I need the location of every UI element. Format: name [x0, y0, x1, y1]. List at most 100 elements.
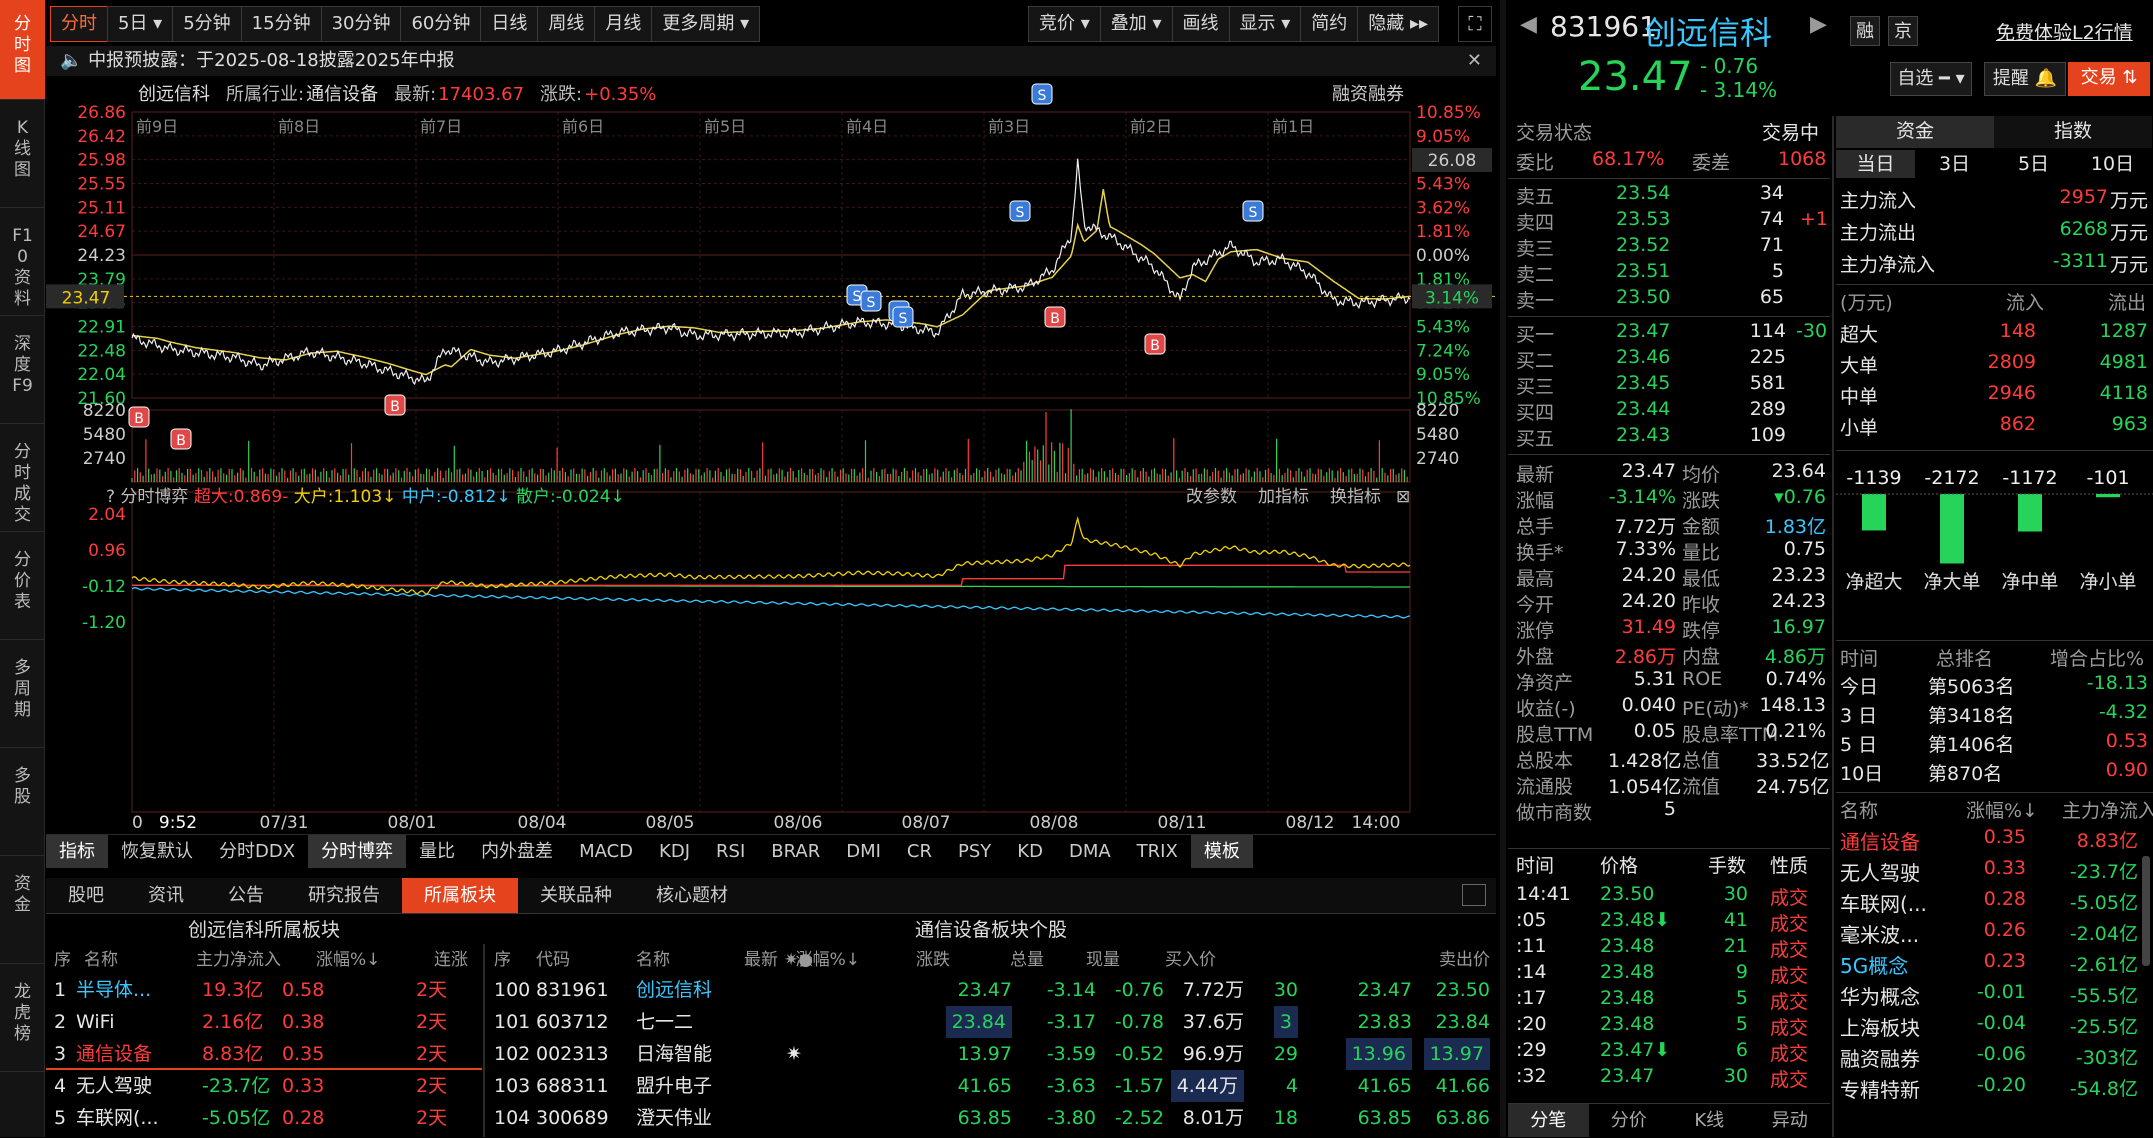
- related-sector-name[interactable]: 华为概念: [1840, 981, 1920, 1010]
- tick-tab-2[interactable]: K线: [1669, 1104, 1750, 1137]
- ind-tab-3[interactable]: 分时博弈: [308, 835, 407, 868]
- period-tab-6[interactable]: 日线: [480, 6, 539, 42]
- sector-row[interactable]: 1 半导体... 19.3亿 0.58 2天: [46, 974, 482, 1006]
- sector-row[interactable]: 5 车联网(... -5.05亿 0.28 2天: [46, 1102, 482, 1134]
- tool-button-0[interactable]: 竞价 ▾: [1028, 6, 1101, 42]
- stock-row[interactable]: 101 603712 七一二 23.84 -3.17 -0.78 37.6万 3 23.83 23…: [486, 1006, 1496, 1038]
- indicator-action-0[interactable]: 改参数: [1186, 487, 1237, 507]
- buy-signal-icon[interactable]: B: [128, 406, 150, 428]
- prev-stock-icon[interactable]: ◀: [1520, 12, 1537, 37]
- ind-tab-2[interactable]: 分时DDX: [206, 835, 308, 868]
- tixing-button[interactable]: 提醒 🔔: [1984, 62, 2066, 96]
- bottom-tab-3[interactable]: 研究报告: [286, 878, 402, 913]
- related-sector-name[interactable]: 专精特新: [1840, 1074, 1920, 1103]
- indicator-action-1[interactable]: 加指标: [1258, 487, 1309, 507]
- nav-item-9[interactable]: 龙虎榜: [0, 964, 45, 1072]
- layout-icon[interactable]: [1462, 884, 1486, 906]
- sector-row[interactable]: 2 WiFi 2.16亿 0.38 2天: [46, 1006, 482, 1038]
- tick-tab-0[interactable]: 分笔: [1508, 1104, 1589, 1137]
- sell-signal-icon[interactable]: S: [1242, 200, 1264, 222]
- related-sector-name[interactable]: 通信设备: [1840, 826, 1920, 855]
- related-sector-name[interactable]: 5G概念: [1840, 950, 1908, 979]
- period-tab-5[interactable]: 60分钟: [400, 6, 482, 42]
- next-stock-icon[interactable]: ▶: [1810, 12, 1827, 37]
- ind-tab-1[interactable]: 恢复默认: [108, 835, 206, 868]
- nav-item-4[interactable]: 分时成交: [0, 424, 45, 532]
- buy-signal-icon[interactable]: B: [1044, 306, 1066, 328]
- nav-item-3[interactable]: 深度F9: [0, 316, 45, 424]
- sell-signal-icon[interactable]: S: [1009, 200, 1031, 222]
- ind-tab-10[interactable]: DMI: [833, 835, 894, 868]
- ind-tab-11[interactable]: CR: [894, 835, 945, 868]
- nav-item-6[interactable]: 多周期: [0, 640, 45, 748]
- trade-button[interactable]: 交易 ⇅: [2068, 62, 2150, 96]
- related-sector-name[interactable]: 车联网(...: [1840, 888, 1927, 917]
- sell-signal-icon[interactable]: S: [892, 306, 914, 328]
- jing-badge[interactable]: 京: [1888, 16, 1918, 46]
- ind-tab-6[interactable]: MACD: [566, 835, 646, 868]
- ind-tab-12[interactable]: PSY: [945, 835, 1004, 868]
- related-sector-name[interactable]: 毫米波...: [1840, 919, 1919, 948]
- tool-button-5[interactable]: 隐藏 ▸▸: [1357, 6, 1440, 42]
- fullscreen-icon[interactable]: ⛶: [1458, 6, 1492, 42]
- bottom-tab-5[interactable]: 关联品种: [518, 878, 634, 913]
- bottom-tab-0[interactable]: 股吧: [46, 878, 126, 913]
- tool-button-1[interactable]: 叠加 ▾: [1099, 6, 1173, 42]
- nav-item-8[interactable]: 资金: [0, 856, 45, 964]
- ind-tab-14[interactable]: DMA: [1056, 835, 1124, 868]
- period-tab-9[interactable]: 更多周期 ▾: [651, 6, 761, 42]
- stock-row[interactable]: 100 831961 创远信科 23.47 -3.14 -0.76 7.72万 30 23.47…: [486, 974, 1496, 1006]
- l2-link[interactable]: 免费体验L2行情: [1996, 18, 2133, 45]
- ind-tab-7[interactable]: KDJ: [646, 835, 703, 868]
- fund-period-3[interactable]: 10日: [2073, 150, 2152, 178]
- bottom-tab-4[interactable]: 所属板块: [402, 878, 518, 913]
- margin-label[interactable]: 融资融券: [1332, 84, 1404, 105]
- tool-button-4[interactable]: 简约: [1300, 6, 1359, 42]
- ind-tab-16[interactable]: 模板: [1190, 835, 1253, 868]
- ind-tab-15[interactable]: TRIX: [1124, 835, 1191, 868]
- period-tab-0[interactable]: 分时: [50, 6, 108, 42]
- nav-item-2[interactable]: F10资料: [0, 208, 45, 316]
- buy-signal-icon[interactable]: B: [384, 394, 406, 416]
- fund-period-1[interactable]: 3日: [1915, 150, 1994, 178]
- period-tab-7[interactable]: 周线: [537, 6, 596, 42]
- stock-row[interactable]: 104 300689 澄天伟业 63.85 -3.80 -2.52 8.01万 18 63.85…: [486, 1102, 1496, 1134]
- tick-tab-3[interactable]: 异动: [1750, 1104, 1831, 1137]
- ind-tab-13[interactable]: KD: [1004, 835, 1056, 868]
- nav-item-1[interactable]: K线图: [0, 100, 45, 208]
- related-sector-name[interactable]: 融资融券: [1840, 1043, 1920, 1072]
- rong-badge[interactable]: 融: [1850, 16, 1880, 46]
- period-tab-4[interactable]: 30分钟: [320, 6, 402, 42]
- nav-item-7[interactable]: 多股: [0, 748, 45, 856]
- period-tab-3[interactable]: 15分钟: [240, 6, 322, 42]
- sell-signal-icon[interactable]: S: [860, 290, 882, 312]
- zixuan-button[interactable]: 自选 ━ ▾: [1890, 62, 1972, 96]
- fund-period-0[interactable]: 当日: [1836, 150, 1915, 178]
- related-sector-name[interactable]: 上海板块: [1840, 1012, 1920, 1041]
- bottom-tab-6[interactable]: 核心题材: [634, 878, 750, 913]
- stock-row[interactable]: 102 002313 日海智能 ✷ 13.97 -3.59 -0.52 96.9万 29 13.9…: [486, 1038, 1496, 1070]
- period-tab-2[interactable]: 5分钟: [172, 6, 242, 42]
- period-tab-1[interactable]: 5日 ▾: [107, 6, 174, 42]
- buy-signal-icon[interactable]: B: [1144, 333, 1166, 355]
- buy-signal-icon[interactable]: B: [170, 428, 192, 450]
- ind-tab-5[interactable]: 内外盘差: [468, 835, 566, 868]
- sector-row[interactable]: 3 通信设备 8.83亿 0.35 2天: [46, 1038, 482, 1070]
- ind-tab-8[interactable]: RSI: [703, 835, 758, 868]
- ind-tab-0[interactable]: 指标: [46, 835, 108, 868]
- sector-row[interactable]: 4 无人驾驶 -23.7亿 0.33 2天: [46, 1070, 482, 1102]
- fund-tab-1[interactable]: 指数: [1994, 116, 2152, 148]
- indicator-close-icon[interactable]: ⊠: [1396, 487, 1410, 507]
- scrollbar[interactable]: [2142, 856, 2150, 966]
- tool-button-3[interactable]: 显示 ▾: [1228, 6, 1302, 42]
- bottom-tab-2[interactable]: 公告: [206, 878, 286, 913]
- indicator-action-2[interactable]: 换指标: [1330, 487, 1381, 507]
- related-sector-name[interactable]: 无人驾驶: [1840, 857, 1920, 886]
- stock-row[interactable]: 103 688311 盟升电子 41.65 -3.63 -1.57 4.44万 4 41.65 4…: [486, 1070, 1496, 1102]
- period-tab-8[interactable]: 月线: [594, 6, 653, 42]
- nav-item-0[interactable]: 分时图: [0, 0, 45, 100]
- nav-item-5[interactable]: 分价表: [0, 532, 45, 640]
- ind-tab-4[interactable]: 量比: [406, 835, 468, 868]
- fund-period-2[interactable]: 5日: [1994, 150, 2073, 178]
- tick-tab-1[interactable]: 分价: [1589, 1104, 1670, 1137]
